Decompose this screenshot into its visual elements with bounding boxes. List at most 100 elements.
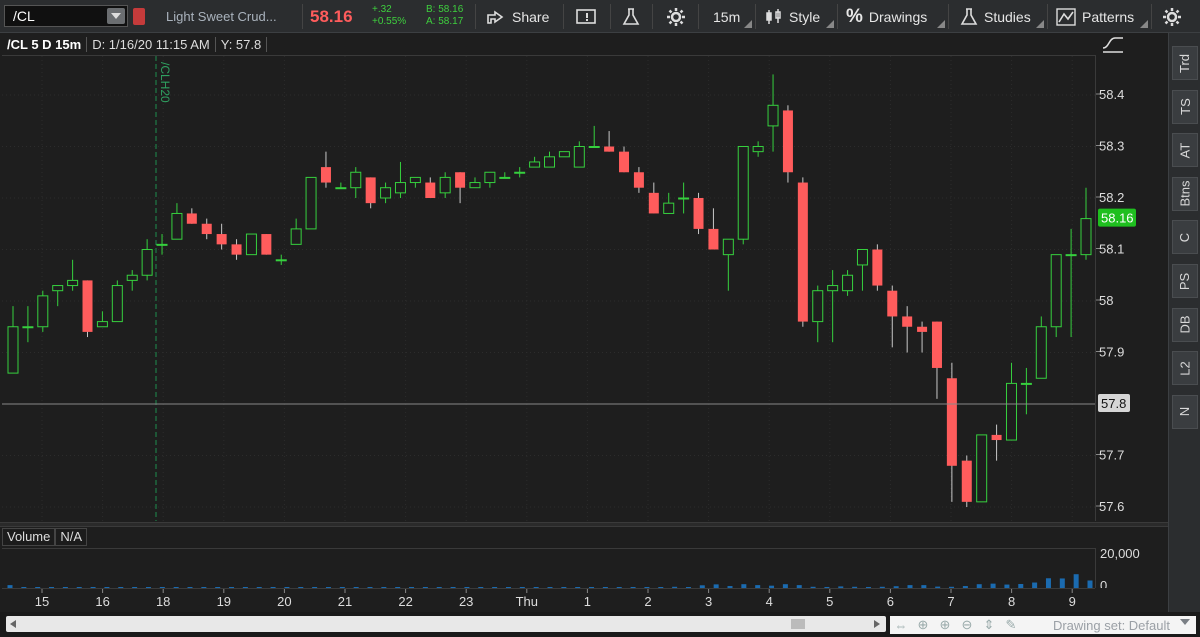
candle[interactable]	[409, 176, 421, 188]
candle[interactable]	[186, 208, 197, 224]
side-tab-db[interactable]: DB	[1172, 307, 1198, 342]
candle[interactable]	[37, 290, 49, 332]
candle[interactable]	[484, 171, 496, 188]
drawing-set-dropdown-icon[interactable]	[1180, 619, 1190, 625]
candle[interactable]	[931, 321, 942, 399]
flask-button[interactable]	[622, 0, 640, 33]
side-tab-at[interactable]: AT	[1172, 133, 1198, 168]
drawing-set-label[interactable]: Drawing set: Default	[1053, 618, 1170, 633]
volume-chart[interactable]	[2, 548, 1095, 588]
candle[interactable]	[722, 238, 734, 291]
candle[interactable]	[7, 306, 19, 374]
candle[interactable]	[544, 151, 555, 168]
zoom-out-icon[interactable]: ⊖	[956, 616, 978, 634]
link-color-chip[interactable]	[133, 8, 145, 25]
candle[interactable]	[365, 177, 376, 209]
candle[interactable]	[67, 259, 79, 291]
pan-icon[interactable]: ⇔	[890, 616, 912, 634]
zoom-in-icon[interactable]: ⊕	[934, 616, 956, 634]
candle[interactable]	[1020, 367, 1032, 415]
candle[interactable]	[558, 151, 570, 158]
share-button[interactable]: Share	[486, 0, 549, 33]
candle[interactable]	[782, 105, 793, 183]
candle[interactable]	[663, 192, 675, 214]
candle[interactable]	[499, 172, 511, 179]
side-tab-l2[interactable]: L2	[1172, 351, 1198, 386]
candle[interactable]	[752, 141, 764, 157]
zoom-fit-icon[interactable]: ⇕	[978, 616, 1000, 634]
candle[interactable]	[141, 239, 153, 281]
candle[interactable]	[52, 285, 64, 307]
candle[interactable]	[156, 234, 168, 255]
candle[interactable]	[946, 362, 957, 502]
symbol-input[interactable]: /CL	[4, 5, 128, 27]
drawing-tool-icon[interactable]: ✎	[1000, 616, 1022, 634]
candle[interactable]	[320, 151, 331, 188]
side-tab-n[interactable]: N	[1172, 394, 1198, 429]
chart-settings-button[interactable]	[1162, 0, 1182, 33]
candle[interactable]	[619, 146, 630, 173]
horizontal-scrollbar[interactable]	[6, 616, 886, 632]
candle[interactable]	[887, 285, 898, 348]
candle[interactable]	[126, 270, 138, 291]
side-tab-c[interactable]: C	[1172, 220, 1198, 255]
candle[interactable]	[529, 156, 541, 168]
candle[interactable]	[455, 172, 466, 204]
candle[interactable]	[917, 321, 928, 353]
candle[interactable]	[201, 218, 212, 240]
candle[interactable]	[1065, 228, 1077, 338]
candle[interactable]	[380, 182, 392, 204]
candle[interactable]	[588, 125, 600, 148]
price-scale-icon[interactable]	[1100, 34, 1126, 56]
studies-button[interactable]: Studies	[960, 0, 1031, 33]
candle[interactable]	[1050, 254, 1062, 338]
drawings-button[interactable]: % Drawings	[846, 0, 927, 33]
candle[interactable]	[469, 177, 481, 189]
candle[interactable]	[216, 223, 227, 250]
scroll-left-icon[interactable]	[10, 620, 16, 628]
candle[interactable]	[827, 270, 839, 343]
candle[interactable]	[872, 244, 883, 291]
candle[interactable]	[350, 167, 362, 198]
timeframe-button[interactable]: 15m	[713, 0, 740, 33]
candle[interactable]	[991, 424, 1002, 461]
candle[interactable]	[439, 172, 451, 198]
candle[interactable]	[245, 233, 257, 256]
side-tab-ps[interactable]: PS	[1172, 264, 1198, 298]
candle[interactable]	[976, 434, 988, 503]
candle[interactable]	[111, 280, 123, 323]
scroll-thumb[interactable]	[791, 619, 805, 629]
candle[interactable]	[1005, 362, 1017, 441]
style-button[interactable]: Style	[765, 0, 820, 33]
candle[interactable]	[22, 306, 34, 343]
candle[interactable]	[842, 270, 854, 296]
crosshair-icon[interactable]: ⊕	[912, 616, 934, 634]
scroll-right-icon[interactable]	[874, 620, 880, 628]
candle[interactable]	[425, 177, 436, 198]
candle[interactable]	[573, 141, 585, 168]
price-chart[interactable]: /CLH20	[2, 55, 1095, 521]
pane-divider[interactable]	[0, 522, 1168, 527]
candle[interactable]	[514, 167, 526, 178]
candle[interactable]	[856, 249, 868, 291]
candle[interactable]	[82, 280, 93, 338]
candle[interactable]	[961, 455, 972, 508]
candle[interactable]	[737, 146, 749, 245]
candle[interactable]	[797, 177, 808, 327]
price-axis[interactable]: 58.4 58.3 58.2 58.1 58 57.9 57.7 57.6 58.16 57.8	[1095, 55, 1168, 521]
candle[interactable]	[678, 182, 690, 214]
candle[interactable]	[171, 203, 183, 240]
time-axis[interactable]: 15 16 18 19 20 21 22 23 Thu 1 2 3 4 5 6 7 8 9	[2, 588, 1095, 612]
candle[interactable]	[261, 234, 272, 255]
candle[interactable]	[708, 208, 719, 250]
side-tab-ts[interactable]: TS	[1172, 89, 1198, 124]
candle[interactable]	[1080, 187, 1092, 260]
candle[interactable]	[231, 239, 242, 260]
candle[interactable]	[902, 306, 913, 353]
alert-button[interactable]	[576, 0, 598, 33]
candle[interactable]	[633, 167, 644, 193]
symbol-dropdown-icon[interactable]	[107, 8, 125, 24]
side-tab-trd[interactable]: Trd	[1172, 46, 1198, 80]
candle[interactable]	[693, 192, 704, 235]
candle[interactable]	[305, 176, 317, 230]
